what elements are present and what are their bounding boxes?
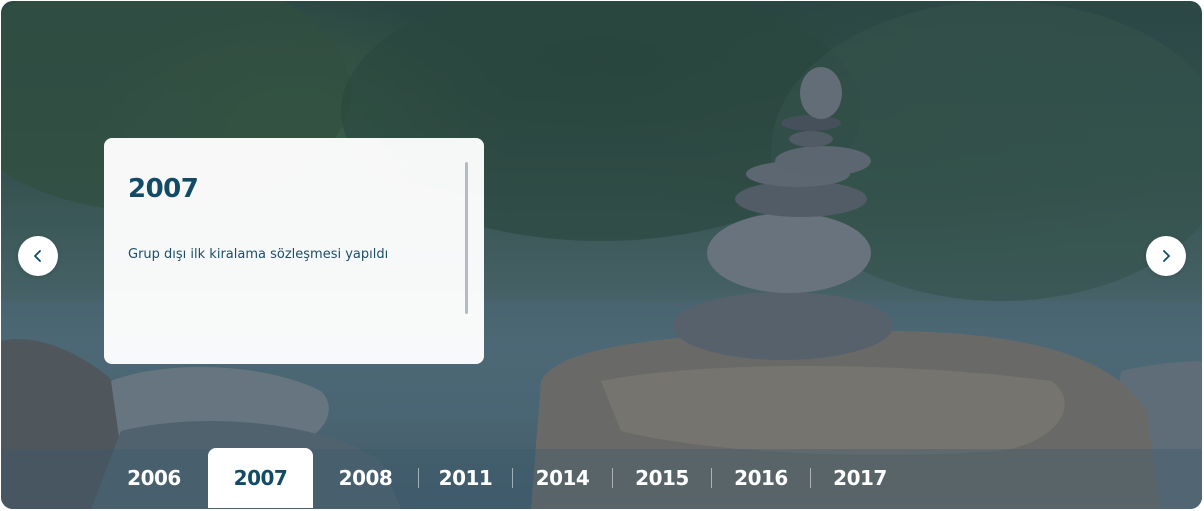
year-tab-2017[interactable]: 2017	[811, 448, 909, 508]
year-tab-2015[interactable]: 2015	[613, 448, 711, 508]
chevron-right-icon	[1163, 250, 1170, 262]
card-description: Grup dışı ilk kiralama sözleşmesi yapıld…	[128, 247, 389, 262]
card-scrollbar[interactable]	[465, 162, 468, 314]
event-card: 2007 Grup dışı ilk kiralama sözleşmesi y…	[104, 138, 484, 364]
year-tab-2014[interactable]: 2014	[513, 448, 612, 508]
card-year: 2007	[128, 174, 199, 204]
year-tab-2006[interactable]: 2006	[100, 448, 208, 508]
year-tab-2008[interactable]: 2008	[313, 448, 418, 508]
chevron-left-icon	[34, 250, 41, 262]
next-button[interactable]	[1146, 236, 1186, 276]
year-timeline: 2006 2007 2008 2011 2014 2015 2016 2017	[100, 448, 909, 508]
year-tab-2011[interactable]: 2011	[419, 448, 512, 508]
year-tab-2016[interactable]: 2016	[712, 448, 810, 508]
prev-button[interactable]	[18, 236, 58, 276]
year-tab-2007[interactable]: 2007	[208, 448, 313, 508]
